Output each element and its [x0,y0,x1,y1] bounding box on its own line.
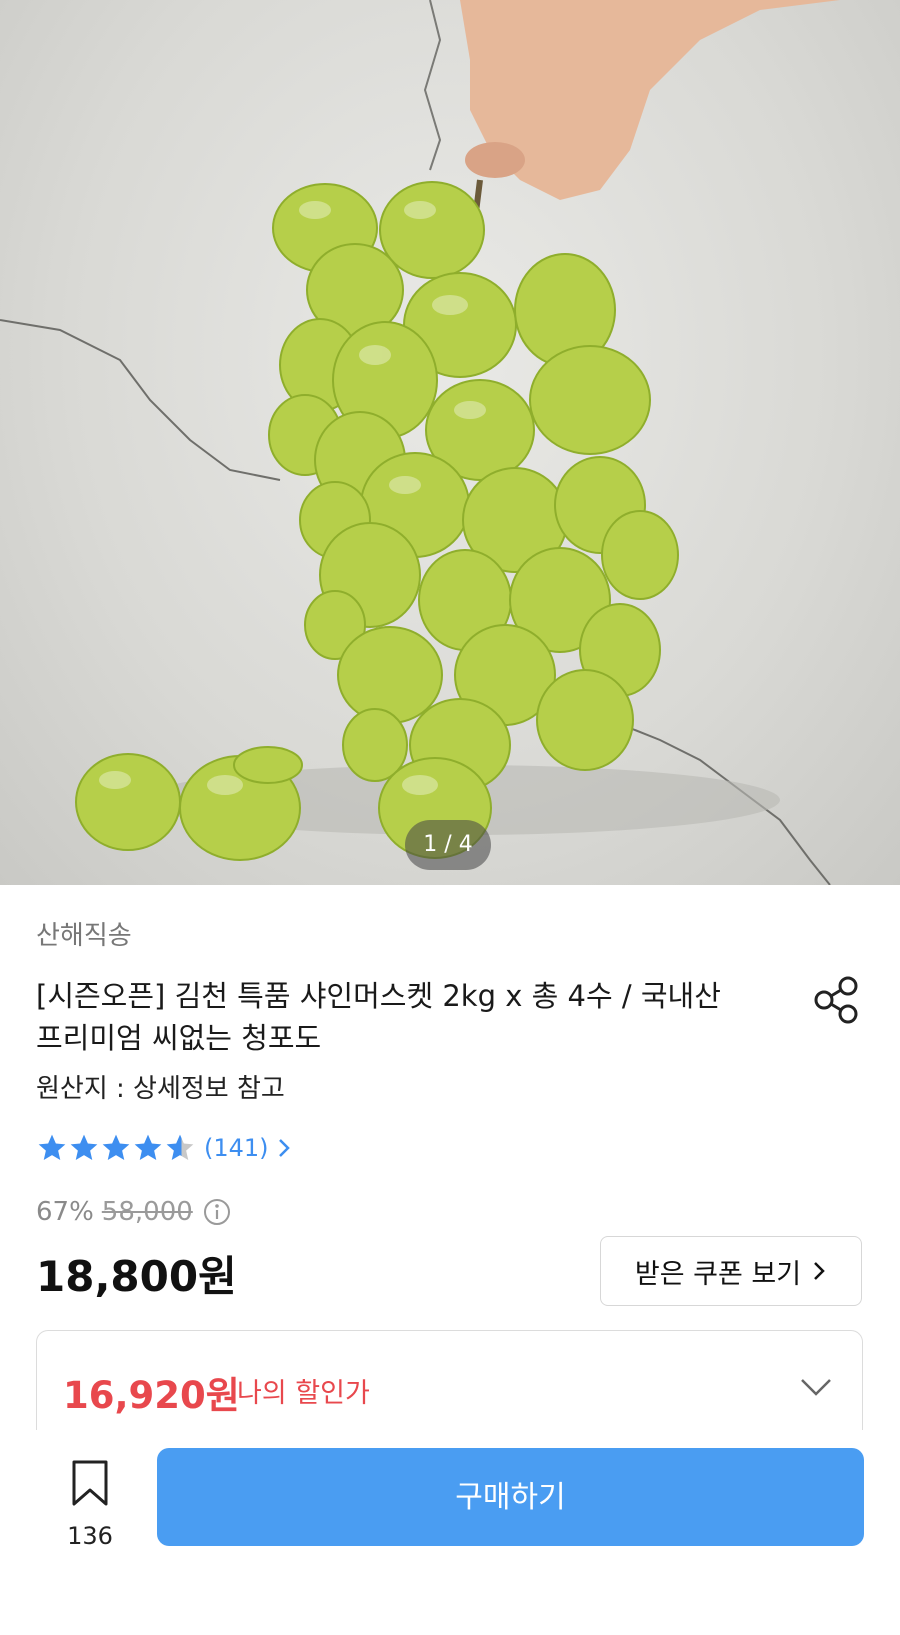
chevron-right-icon [814,1262,825,1280]
product-title: [시즌오픈] 김천 특품 샤인머스켓 2kg x 총 4수 / 국내산 프리미엄… [36,979,721,1055]
star-full-icon [102,1134,130,1160]
coupon-button-label: 받은 쿠폰 보기 [634,1258,802,1290]
original-price: 58,000 [101,1197,193,1227]
star-half-icon [166,1134,194,1160]
product-image[interactable]: 1 / 4 [0,0,900,885]
review-count[interactable]: (141) [204,1134,269,1162]
star-full-icon [70,1134,98,1160]
origin-info: 원산지 : 상세정보 참고 [36,1074,285,1104]
bookmark-count: 136 [67,1522,113,1550]
chevron-down-icon[interactable] [798,1369,834,1405]
page-indicator: 1 / 4 [405,820,491,870]
sale-price: 18,800원 [36,1252,237,1301]
discount-rate: 67% [36,1197,94,1227]
share-icon[interactable] [808,972,864,1028]
seller-name[interactable]: 산해직송 [36,915,132,952]
bottom-action-bar: 136 구매하기 [0,1430,900,1635]
my-discount-label: 나의 할인가 [237,1378,370,1409]
bookmark-button[interactable]: 136 [60,1454,120,1554]
rating-row[interactable]: (141) [36,1130,293,1166]
info-icon[interactable] [203,1198,231,1226]
price-discount-row: 67% 58,000 [36,1194,231,1230]
star-rating [36,1132,196,1164]
star-full-icon [134,1134,162,1160]
my-discount-price: 16,920원 [63,1374,240,1417]
buy-button[interactable]: 구매하기 [157,1448,864,1546]
bookmark-icon [72,1460,108,1506]
view-coupons-button[interactable]: 받은 쿠폰 보기 [600,1236,862,1306]
chevron-right-icon[interactable] [275,1135,293,1161]
star-full-icon [38,1134,66,1160]
grape-photo [0,0,840,885]
